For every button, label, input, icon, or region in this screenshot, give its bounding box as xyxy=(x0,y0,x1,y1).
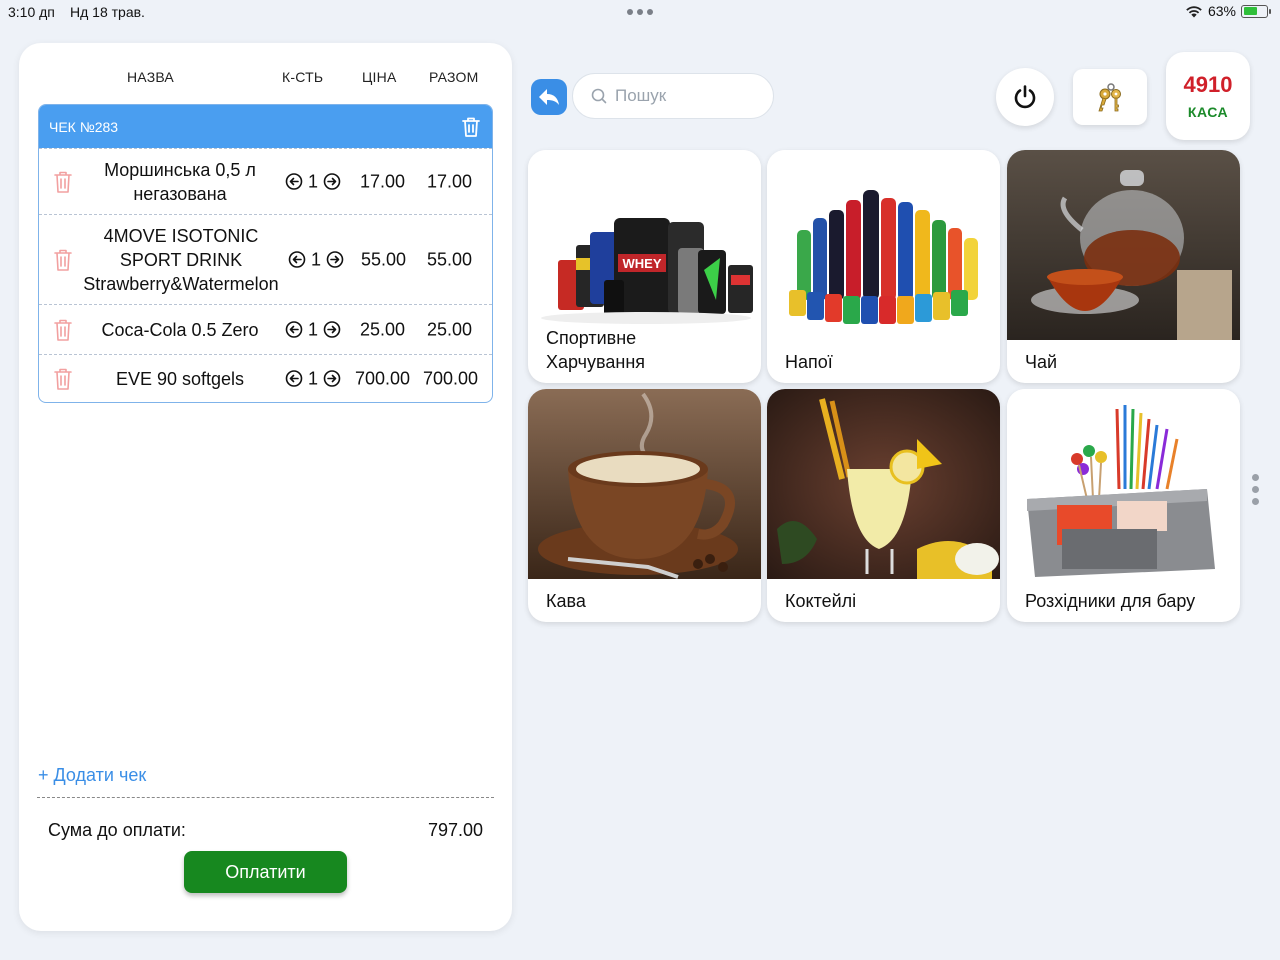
cash-register-label: КАСА xyxy=(1187,104,1229,120)
status-date: Нд 18 трав. xyxy=(70,4,145,20)
decrease-qty-icon[interactable] xyxy=(285,173,303,191)
tea-image xyxy=(1007,150,1240,340)
category-label: Розхідники для бару xyxy=(1025,591,1196,611)
item-qty: 1 xyxy=(311,249,322,269)
decrease-qty-icon[interactable] xyxy=(285,321,303,339)
sum-value: 797.00 xyxy=(427,820,483,840)
multitasking-dots-icon[interactable] xyxy=(627,9,653,15)
status-bar: 3:10 дп Нд 18 трав. 63% xyxy=(0,0,1280,26)
add-receipt-link[interactable]: + Додати чек xyxy=(38,765,146,786)
item-total: 55.00 xyxy=(426,249,472,269)
increase-qty-icon[interactable] xyxy=(323,370,341,388)
decrease-qty-icon[interactable] xyxy=(288,251,306,269)
decrease-qty-icon[interactable] xyxy=(285,370,303,388)
column-header-price: ЦІНА xyxy=(362,69,397,85)
item-name: Coca-Cola 0.5 Zero xyxy=(101,319,259,340)
item-name: EVE 90 softgels xyxy=(115,368,245,389)
quantity-stepper: 1 xyxy=(285,171,341,192)
increase-qty-icon[interactable] xyxy=(323,173,341,191)
sum-label: Сума до оплати: xyxy=(48,820,186,840)
category-label: Чай xyxy=(1025,352,1058,372)
category-label: Кава xyxy=(546,591,586,611)
search-icon xyxy=(591,88,607,104)
search-input[interactable] xyxy=(615,86,755,106)
quantity-stepper: 1 xyxy=(285,319,341,340)
delete-item-icon[interactable] xyxy=(53,248,73,272)
item-qty: 1 xyxy=(308,171,319,191)
item-price: 55.00 xyxy=(360,249,406,269)
category-tile-tea[interactable]: Чай xyxy=(1007,150,1240,383)
category-label: Коктейлі xyxy=(785,591,857,611)
quantity-stepper: 1 xyxy=(288,249,344,270)
battery-icon xyxy=(1241,4,1271,18)
status-time: 3:10 дп xyxy=(8,4,55,20)
delete-item-icon[interactable] xyxy=(53,318,73,342)
item-price: 25.00 xyxy=(359,319,405,339)
wifi-icon xyxy=(1186,6,1202,18)
cash-register-button[interactable]: 4910 КАСА xyxy=(1166,52,1250,140)
column-header-qty: К-СТЬ xyxy=(282,69,324,85)
receipt-item-row[interactable]: Coca-Cola 0.5 Zero 1 25.00 25.00 xyxy=(39,304,492,354)
right-drag-handle[interactable] xyxy=(1252,474,1259,505)
item-total: 25.00 xyxy=(426,319,472,339)
back-arrow-icon xyxy=(539,89,559,105)
divider xyxy=(37,797,494,798)
keys-icon xyxy=(1098,83,1121,112)
receipt-title: ЧЕК №283 xyxy=(49,118,119,135)
keys-button[interactable] xyxy=(1073,69,1147,125)
category-tile-coffee[interactable]: Кава xyxy=(528,389,761,622)
category-tile-cocktails[interactable]: Коктейлі xyxy=(767,389,1000,622)
receipt-card: ЧЕК №283 Моршинська 0,5 л негазована 1 1… xyxy=(38,104,493,403)
receipt-item-row[interactable]: EVE 90 softgels 1 700.00 700.00 xyxy=(39,354,492,402)
category-label: Спортивне Харчування xyxy=(546,328,646,372)
increase-qty-icon[interactable] xyxy=(326,251,344,269)
trash-icon[interactable] xyxy=(461,116,481,138)
category-tile-drinks[interactable]: Напої xyxy=(767,150,1000,383)
receipt-header[interactable]: ЧЕК №283 xyxy=(39,105,492,148)
quantity-stepper: 1 xyxy=(285,368,341,389)
category-label: Напої xyxy=(785,352,833,372)
item-total: 17.00 xyxy=(426,171,472,191)
item-total: 700.00 xyxy=(422,368,478,388)
item-name: 4MOVE ISOTONIC SPORT DRINK Strawberry&Wa… xyxy=(83,225,279,294)
delete-item-icon[interactable] xyxy=(53,367,73,391)
pay-button[interactable]: Оплатити xyxy=(184,851,347,893)
increase-qty-icon[interactable] xyxy=(323,321,341,339)
category-tile-sport-nutrition[interactable]: WHEY Спортивне Харчування xyxy=(528,150,761,383)
sport-nutrition-image: WHEY xyxy=(528,150,761,340)
category-tile-bar-supplies[interactable]: Розхідники для бару xyxy=(1007,389,1240,622)
cocktail-image xyxy=(767,389,1000,579)
coffee-image xyxy=(528,389,761,579)
cash-register-number: 4910 xyxy=(1183,72,1233,97)
back-button[interactable] xyxy=(531,79,567,115)
item-qty: 1 xyxy=(308,368,319,388)
power-button[interactable] xyxy=(996,68,1054,126)
svg-text:WHEY: WHEY xyxy=(623,256,662,271)
item-price: 17.00 xyxy=(359,171,405,191)
receipt-item-row[interactable]: Моршинська 0,5 л негазована 1 17.00 17.0… xyxy=(39,148,492,214)
item-qty: 1 xyxy=(308,319,319,339)
column-header-total: РАЗОМ xyxy=(429,69,479,85)
power-icon xyxy=(1014,85,1036,109)
bar-supplies-image xyxy=(1007,389,1240,579)
item-price: 700.00 xyxy=(354,368,410,388)
status-right: 63% xyxy=(1185,3,1271,19)
delete-item-icon[interactable] xyxy=(53,170,73,194)
receipt-panel: НАЗВА К-СТЬ ЦІНА РАЗОМ ЧЕК №283 Моршинсь… xyxy=(19,43,512,931)
column-header-name: НАЗВА xyxy=(127,69,174,85)
search-box[interactable] xyxy=(572,73,774,119)
receipt-item-row[interactable]: 4MOVE ISOTONIC SPORT DRINK Strawberry&Wa… xyxy=(39,214,492,304)
drinks-image xyxy=(767,150,1000,340)
item-name: Моршинська 0,5 л негазована xyxy=(104,159,256,204)
battery-percent: 63% xyxy=(1207,3,1236,19)
